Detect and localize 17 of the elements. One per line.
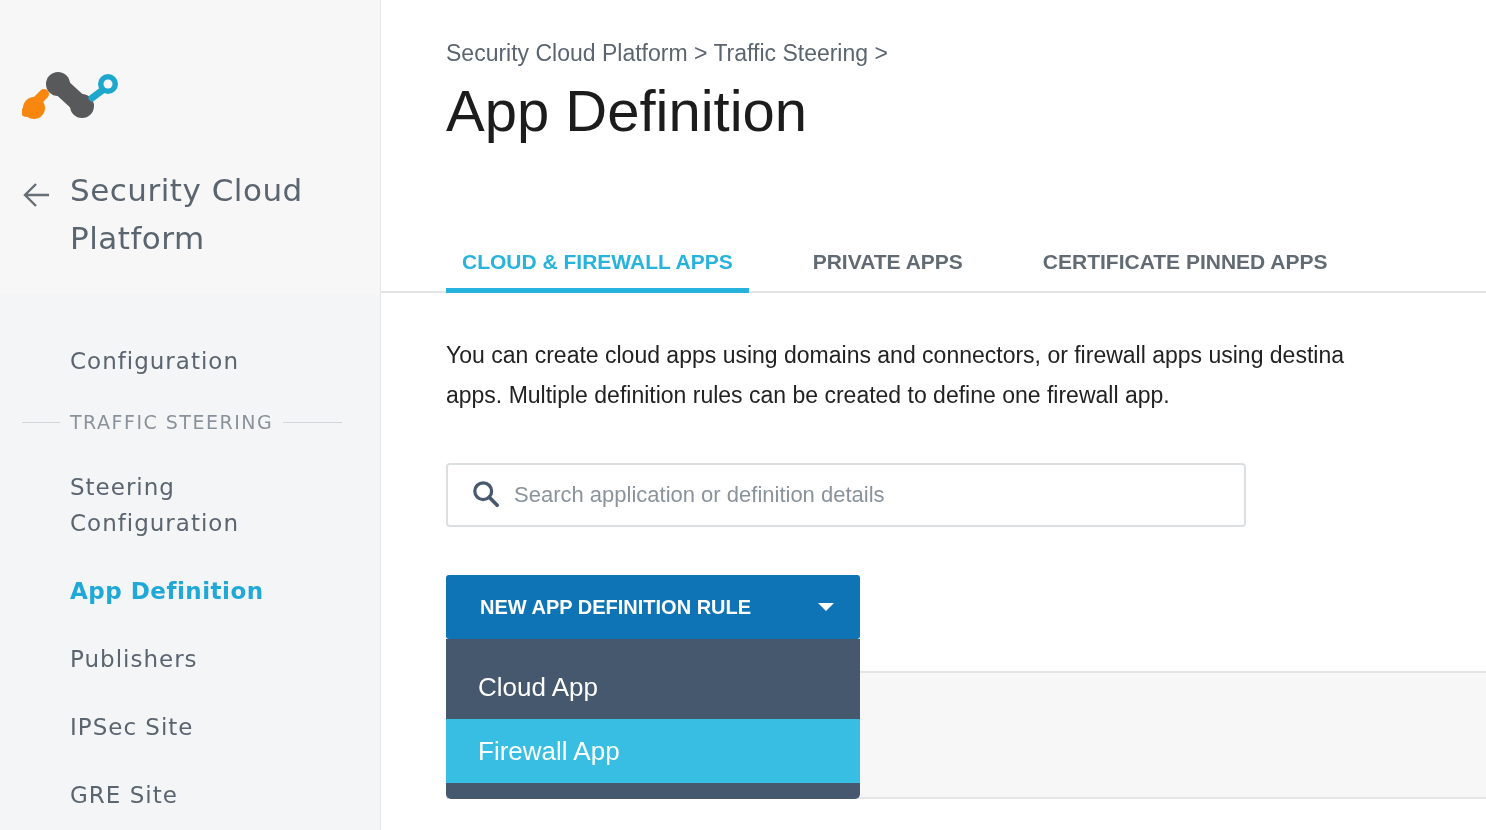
nav-item[interactable]: IPSec Site <box>70 709 340 745</box>
description-text: apps. Multiple definition rules can be created to define one firewall app. <box>446 381 1171 410</box>
back-link[interactable]: Security Cloud Platform <box>70 166 350 262</box>
description-text: You can create cloud apps using domains and connectors, or firewall apps using destina <box>446 341 1345 370</box>
nav-item[interactable]: GRE Site <box>70 777 340 813</box>
nav-item[interactable]: Steering Configuration <box>70 469 340 541</box>
menu-item[interactable]: Cloud App <box>446 655 860 719</box>
section-heading: TRAFFIC STEERING <box>69 411 275 433</box>
search-field[interactable]: Search application or definition details <box>446 463 1246 527</box>
tab[interactable]: PRIVATE APPS <box>796 230 979 293</box>
new-rule-button[interactable]: NEW APP DEFINITION RULE <box>446 575 860 639</box>
caret-icon <box>818 603 834 611</box>
nav-item[interactable]: Publishers <box>70 641 340 677</box>
page-title: App Definition <box>446 77 809 144</box>
tab[interactable]: CERTIFICATE PINNED APPS <box>1026 230 1344 293</box>
breadcrumb[interactable]: Security Cloud Platform > Traffic Steering > <box>446 40 1486 67</box>
nav-item[interactable]: Configuration <box>70 343 340 379</box>
